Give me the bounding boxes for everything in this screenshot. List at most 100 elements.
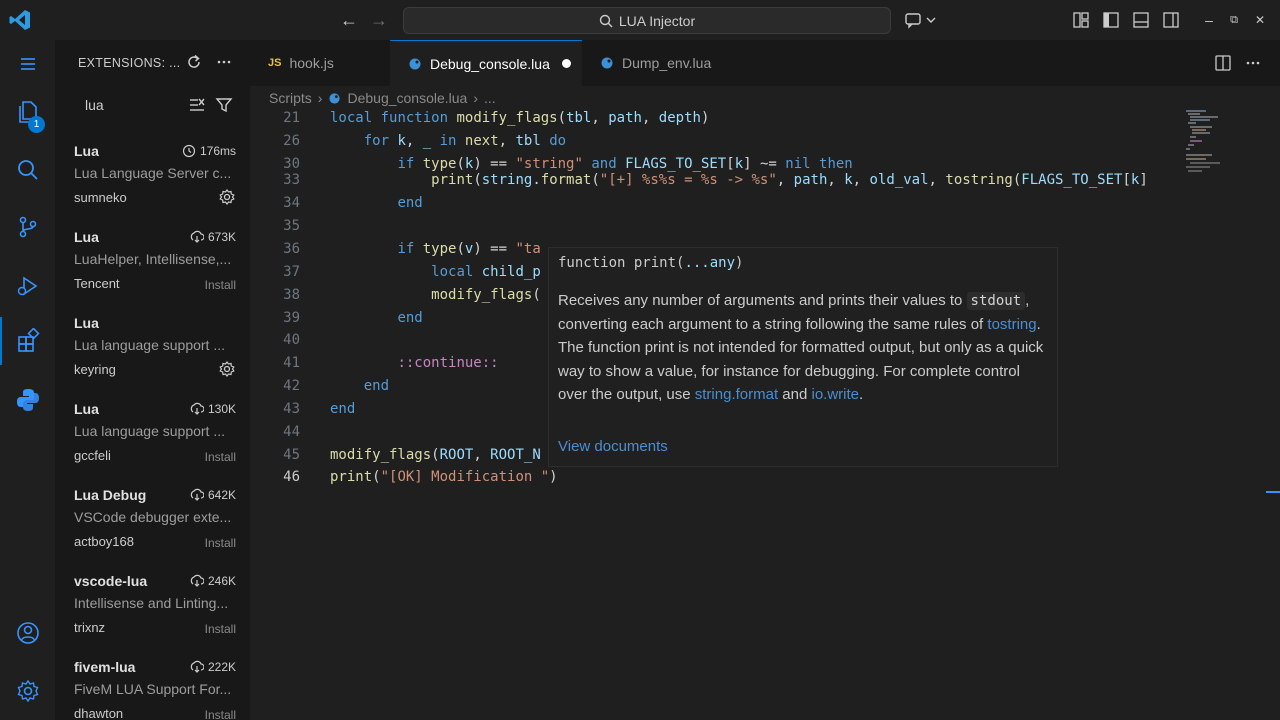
split-editor-icon[interactable] xyxy=(1214,54,1232,72)
extension-meta: 222K xyxy=(190,660,236,674)
extension-description: Lua language support ... xyxy=(74,423,226,439)
forward-arrow-icon[interactable]: → xyxy=(369,10,389,30)
more-actions-icon[interactable] xyxy=(1244,54,1262,72)
extension-name: Lua xyxy=(74,143,99,159)
extensions-icon xyxy=(17,328,40,352)
extension-item[interactable]: Lua Lua language support ... keyring xyxy=(55,315,250,401)
install-button[interactable]: Install xyxy=(205,622,236,636)
line-number: 37 xyxy=(283,264,300,280)
extension-search-value: lua xyxy=(85,97,104,113)
install-button[interactable]: Install xyxy=(205,450,236,464)
more-actions-icon[interactable] xyxy=(215,53,233,71)
line-number: 34 xyxy=(283,195,300,211)
clear-filter-icon[interactable] xyxy=(188,96,206,114)
desc-text: and xyxy=(778,385,812,403)
menu-icon xyxy=(20,58,35,70)
manage-button[interactable] xyxy=(0,667,55,715)
refresh-icon[interactable] xyxy=(185,53,203,71)
extension-description: LuaHelper, Intellisense,... xyxy=(74,251,232,267)
tab-label: Debug_console.lua xyxy=(430,55,550,72)
extension-item[interactable]: vscode-lua 246K Intellisense and Linting… xyxy=(55,573,250,659)
extension-item[interactable]: Lua 176ms Lua Language Server c... sumne… xyxy=(55,143,250,229)
toggle-secondary-sidebar-icon[interactable] xyxy=(1161,10,1181,30)
extension-item[interactable]: Lua 673K LuaHelper, Intellisense,... Ten… xyxy=(55,229,250,315)
javascript-file-icon: JS xyxy=(268,57,282,69)
extension-item[interactable]: fivem-lua 222K FiveM LUA Support For... … xyxy=(55,659,250,720)
copilot-chat-icon[interactable] xyxy=(904,10,924,30)
tab-debug-console-lua[interactable]: Debug_console.lua xyxy=(390,40,582,86)
install-count: 222K xyxy=(207,660,236,674)
function-signature: function print(...any) xyxy=(558,255,743,271)
extension-name: vscode-lua xyxy=(74,573,148,589)
source-control-button[interactable] xyxy=(0,203,55,251)
source-control-icon xyxy=(19,216,36,238)
line-number: 39 xyxy=(283,310,300,326)
line-number: 36 xyxy=(283,241,300,257)
extension-meta: 642K xyxy=(190,488,236,502)
tab-dump-env-lua[interactable]: Dump_env.lua xyxy=(582,40,727,86)
line-number: 44 xyxy=(283,424,300,440)
command-center-text: LUA Injector xyxy=(618,12,696,29)
install-button[interactable]: Install xyxy=(205,708,236,720)
line-number: 46 xyxy=(283,469,300,485)
filter-icon[interactable] xyxy=(215,96,233,114)
history-icon xyxy=(182,144,196,158)
hover-documentation-popup[interactable]: function print(...any) Receives any numb… xyxy=(548,247,1058,467)
python-button[interactable] xyxy=(0,376,55,424)
extension-item[interactable]: Lua Debug 642K VSCode debugger exte... a… xyxy=(55,487,250,573)
gear-icon[interactable] xyxy=(218,360,236,378)
download-icon xyxy=(190,660,204,673)
string-format-link[interactable]: string.format xyxy=(695,386,778,403)
command-center-search[interactable]: LUA Injector xyxy=(403,7,891,34)
breadcrumb-folder[interactable]: Scripts xyxy=(269,90,312,106)
io-write-link[interactable]: io.write xyxy=(812,386,860,403)
signature-prefix: function print( xyxy=(558,255,685,271)
extension-search-input[interactable]: lua xyxy=(72,92,240,118)
breadcrumb-more[interactable]: ... xyxy=(484,90,496,106)
tostring-link[interactable]: tostring xyxy=(987,316,1036,333)
extension-publisher: sumneko xyxy=(74,190,127,205)
accounts-button[interactable] xyxy=(0,609,55,657)
minimap[interactable] xyxy=(1186,110,1234,175)
view-documents-link[interactable]: View documents xyxy=(558,438,668,455)
menu-button[interactable] xyxy=(0,40,55,88)
restore-button[interactable]: ⧉ xyxy=(1224,10,1244,30)
gear-icon[interactable] xyxy=(218,188,236,206)
extension-name: Lua xyxy=(74,229,99,245)
lua-file-icon xyxy=(601,57,613,69)
extensions-sidebar: EXTENSIONS: ... lua Lua 176ms Lua Langua… xyxy=(55,40,250,720)
line-number: 38 xyxy=(283,287,300,303)
line-number: 35 xyxy=(283,218,300,234)
install-button[interactable]: Install xyxy=(205,536,236,550)
chevron-right-icon: › xyxy=(473,90,479,106)
close-button[interactable]: ✕ xyxy=(1250,10,1270,30)
chevron-down-icon[interactable] xyxy=(925,10,937,30)
minimize-button[interactable]: – xyxy=(1199,10,1219,30)
run-debug-icon xyxy=(17,276,37,296)
signature-param: ...any xyxy=(684,255,736,271)
lua-file-icon xyxy=(329,92,341,104)
run-debug-button[interactable] xyxy=(0,262,55,310)
line-number: 21 xyxy=(283,110,300,126)
extension-description: Lua Language Server c... xyxy=(74,165,232,181)
tab-label: Dump_env.lua xyxy=(622,55,712,71)
install-button[interactable]: Install xyxy=(205,278,236,292)
download-icon xyxy=(190,488,204,501)
download-icon xyxy=(190,574,204,587)
unsaved-dot-icon[interactable] xyxy=(561,59,571,68)
extension-item[interactable]: Lua 130K Lua language support ... gccfel… xyxy=(55,401,250,487)
extension-meta: 246K xyxy=(190,574,236,588)
explorer-button[interactable]: 1 xyxy=(0,88,55,136)
line-number: 43 xyxy=(283,401,300,417)
breadcrumb-file[interactable]: Debug_console.lua xyxy=(347,90,467,106)
tab-hook-js[interactable]: JS hook.js xyxy=(250,40,390,86)
back-arrow-icon[interactable]: ← xyxy=(339,10,359,30)
extensions-button[interactable] xyxy=(0,317,55,365)
sidebar-title: EXTENSIONS: ... xyxy=(78,56,181,70)
vscode-logo-icon[interactable] xyxy=(8,8,32,32)
account-icon xyxy=(16,622,39,644)
toggle-primary-sidebar-icon[interactable] xyxy=(1101,10,1121,30)
toggle-panel-icon[interactable] xyxy=(1131,10,1151,30)
search-button[interactable] xyxy=(0,146,55,194)
customize-layout-icon[interactable] xyxy=(1071,10,1091,30)
